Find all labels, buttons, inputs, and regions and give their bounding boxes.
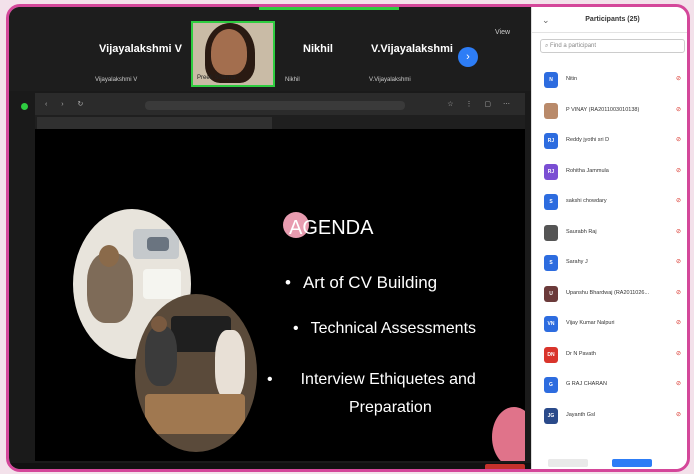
participant-row[interactable]: Saurabh Raj ⊘: [532, 218, 687, 249]
tile-name: Nikhil: [303, 43, 333, 55]
avatar-photo: [544, 224, 558, 241]
avatar: DN: [544, 346, 558, 363]
avatar: U: [544, 285, 558, 302]
muted-mic-video-icon[interactable]: ⊘: [676, 228, 681, 235]
participant-name: Saurabh Raj: [566, 228, 597, 235]
participant-row[interactable]: DN Dr N Pavath ⊘: [532, 340, 687, 371]
avatar: JG: [544, 407, 558, 424]
tile-name: Vijayalakshmi V: [99, 43, 182, 55]
browser-tab-active: [37, 117, 272, 129]
avatar: N: [544, 72, 558, 88]
avatar: S: [544, 194, 558, 210]
participant-row[interactable]: U Upanshu Bhardwaj (RA2011026... ⊘: [532, 279, 687, 310]
nav-arrows-icon: ‹ › ↻: [45, 101, 90, 108]
muted-mic-video-icon[interactable]: ⊘: [676, 258, 681, 265]
muted-mic-video-icon[interactable]: ⊘: [676, 106, 681, 113]
avatar-photo: [544, 102, 558, 119]
shared-browser-chrome: ‹ › ↻ ☆ ⋮ ▢ ⋯: [35, 93, 525, 129]
panel-actions: [548, 459, 678, 467]
browser-tabs: [35, 115, 525, 129]
search-placeholder: Find a participant: [550, 43, 597, 49]
participant-row[interactable]: RJ Rohitha Jammula ⊘: [532, 157, 687, 188]
agenda-item: • Art of CV Building: [285, 273, 438, 292]
end-meeting-button[interactable]: [485, 464, 525, 469]
active-speaker-bar: [259, 7, 399, 10]
participant-name: sakshi chowdary: [566, 198, 607, 204]
participant-row[interactable]: VN Vijay Kumar Nalpuri ⊘: [532, 309, 687, 340]
participants-header: ⌄ Participants (25): [532, 7, 687, 33]
participant-name: G RAJ CHARAN: [566, 381, 607, 387]
security-indicator-icon: [21, 103, 28, 110]
video-tile-1[interactable]: Vijayalakshmi V Vijayalakshmi V: [91, 21, 187, 87]
avatar: RJ: [544, 163, 558, 180]
mute-all-button[interactable]: [612, 459, 652, 467]
video-strip: Vijayalakshmi V Vijayalakshmi V Preeti S…: [9, 7, 531, 91]
browser-toolbar-icons: ☆ ⋮ ▢ ⋯: [447, 101, 515, 108]
participant-name: Nitin: [566, 76, 578, 82]
muted-mic-video-icon[interactable]: ⊘: [676, 75, 681, 82]
browser-tab: [275, 117, 523, 129]
muted-mic-video-icon[interactable]: ⊘: [676, 319, 681, 326]
agenda-item: • Interview Ethiquetes and: [267, 371, 476, 388]
muted-mic-video-icon[interactable]: ⊘: [676, 411, 681, 418]
presentation-slide: AGENDA • Art of CV Building • Technical As…: [35, 129, 525, 461]
muted-mic-video-icon[interactable]: ⊘: [676, 350, 681, 357]
invite-button[interactable]: [548, 459, 588, 467]
participant-name: Rohitha Jammula: [566, 167, 609, 174]
participant-name: Upanshu Bhardwaj (RA2011026...: [566, 289, 650, 296]
agenda-item-text: Technical Assessments: [310, 320, 477, 337]
accent-circle: [492, 407, 525, 461]
participant-name: Reddy jyothi sri D: [566, 137, 610, 143]
participant-row[interactable]: P VINAY (RA2011003010138) ⊘: [532, 96, 687, 127]
participant-name: Sarahy J: [566, 259, 588, 265]
participants-title: Participants (25): [585, 16, 640, 23]
chevron-right-icon[interactable]: ›: [458, 47, 478, 67]
participant-name: Dr N Pavath: [566, 350, 596, 357]
agenda-item: • Technical Assessments: [293, 320, 477, 337]
photo-team-meeting: [135, 294, 257, 452]
tile-label: Nikhil: [285, 77, 300, 83]
muted-mic-video-icon[interactable]: ⊘: [676, 380, 681, 387]
avatar: G: [544, 377, 558, 393]
agenda-item-text: Interview Ethiquetes and: [300, 371, 476, 388]
agenda-item-continued: Preparation: [349, 399, 432, 416]
participant-row[interactable]: Ssakshi chowdary ⊘: [532, 187, 687, 218]
view-button[interactable]: View: [495, 29, 510, 36]
tile-label: Vijayalakshmi V: [95, 77, 138, 83]
muted-mic-video-icon[interactable]: ⊘: [676, 197, 681, 204]
muted-mic-video-icon[interactable]: ⊘: [676, 136, 681, 143]
screenshot-frame: Vijayalakshmi V Vijayalakshmi V Preeti S…: [6, 4, 690, 472]
participant-name: Jayanth Gsl: [566, 411, 596, 418]
participant-row[interactable]: N Nitin ⊘: [532, 65, 687, 96]
agenda-item-text: Art of CV Building: [302, 273, 438, 292]
participant-row[interactable]: RJ Reddy jyothi sri D ⊘: [532, 126, 687, 157]
meeting-toolbar: [9, 463, 531, 469]
participant-row[interactable]: G G RAJ CHARAN ⊘: [532, 370, 687, 401]
address-bar: [145, 101, 405, 110]
participant-list: N Nitin ⊘ P VINAY (RA2011003010138) ⊘ RJ Reddy…: [532, 65, 687, 432]
video-tile-camera[interactable]: Preeti Sharma: [191, 21, 275, 87]
muted-mic-video-icon[interactable]: ⊘: [676, 167, 681, 174]
avatar: VN: [544, 316, 558, 332]
participant-row[interactable]: JG Jayanth Gsl ⊘: [532, 401, 687, 432]
avatar: RJ: [544, 133, 558, 149]
participant-row[interactable]: S Sarahy J ⊘: [532, 248, 687, 279]
avatar: S: [544, 255, 558, 271]
tile-label: V.Vijayalakshmi: [369, 77, 411, 83]
meeting-area: Vijayalakshmi V Vijayalakshmi V Preeti S…: [9, 7, 531, 469]
tile-name: V.Vijayalakshmi: [371, 43, 453, 55]
chevron-down-icon[interactable]: ⌄: [542, 7, 550, 33]
search-participant-input[interactable]: ⌕ Find a participant: [540, 39, 685, 53]
video-tile-4[interactable]: V.Vijayalakshmi V.Vijayalakshmi: [365, 21, 453, 87]
participants-panel: ⌄ Participants (25) ⌕ Find a participant…: [531, 7, 687, 469]
video-tile-3[interactable]: Nikhil Nikhil: [281, 21, 361, 87]
participant-face: [211, 29, 247, 75]
participant-name: P VINAY (RA2011003010138): [566, 106, 640, 113]
tile-label: Preeti Sharma: [197, 75, 236, 81]
muted-mic-video-icon[interactable]: ⊘: [676, 289, 681, 296]
participant-name: Vijay Kumar Nalpuri: [566, 320, 615, 326]
slide-title: AGENDA: [289, 217, 374, 239]
